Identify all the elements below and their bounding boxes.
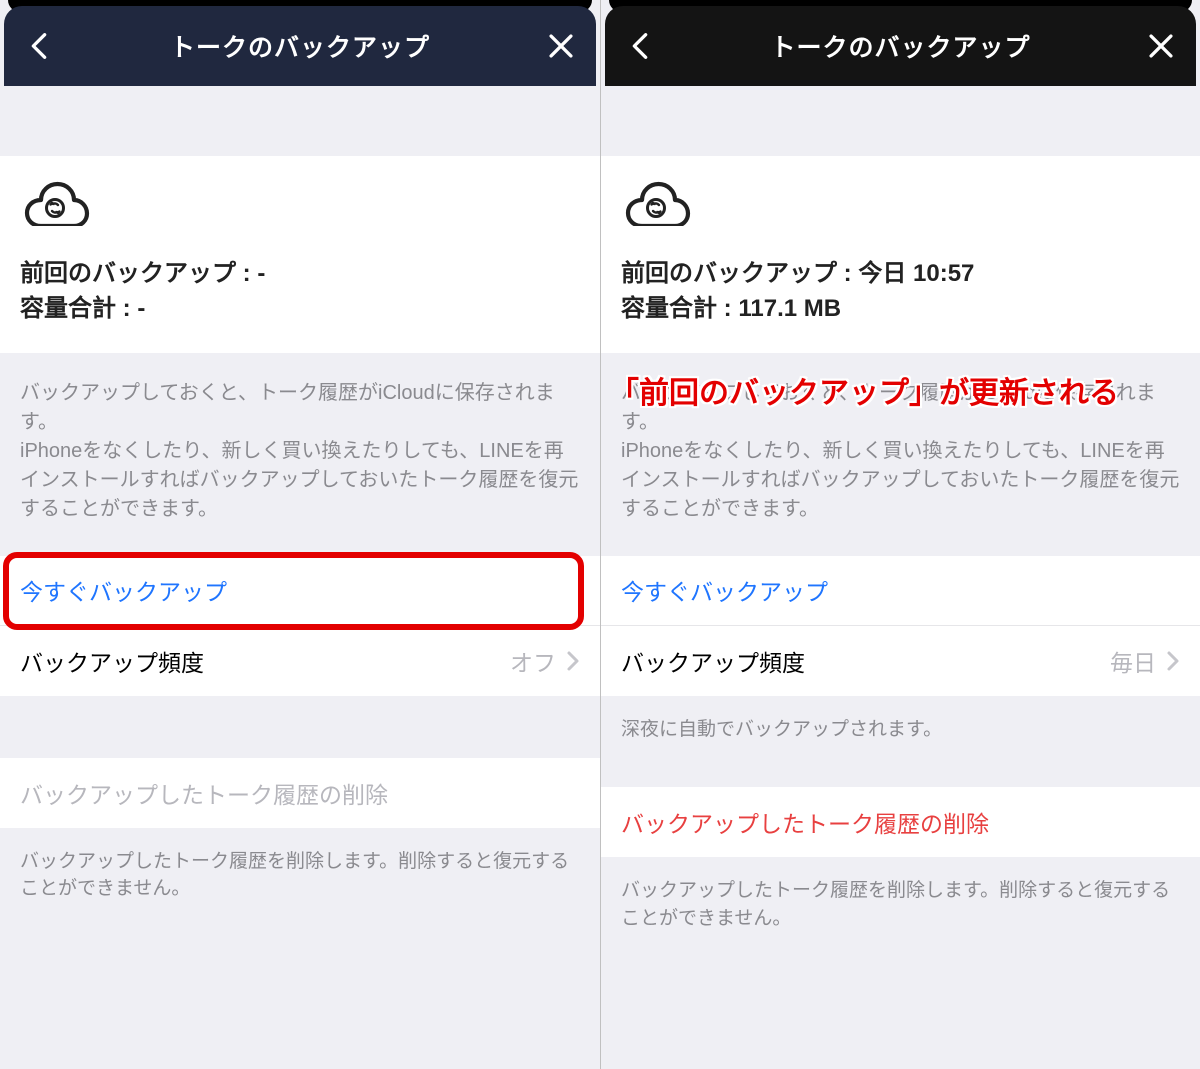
nav-bar: トークのバックアップ: [4, 6, 596, 86]
spacer: [601, 86, 1200, 156]
screen-left: トークのバックアップ 前回のバックアップ : - 容量合計 : - バックアップ…: [0, 0, 600, 1069]
annotation-text: 「前回のバックアップ」が更新される: [609, 368, 1119, 412]
backup-actions-section: 今すぐバックアップ バックアップ頻度 オフ: [0, 556, 600, 696]
screen-right: トークのバックアップ 前回のバックアップ : 今日 10:57 容量合計 : 1…: [600, 0, 1200, 1069]
last-backup-line: 前回のバックアップ : -: [20, 257, 580, 292]
back-icon[interactable]: [623, 29, 657, 63]
size-value: 117.1 MB: [738, 295, 841, 322]
delete-backup-label: バックアップしたトーク履歴の削除: [20, 776, 580, 810]
back-icon[interactable]: [22, 29, 56, 63]
size-line: 容量合計 : 117.1 MB: [621, 292, 1180, 327]
size-line: 容量合計 : -: [20, 292, 580, 327]
backup-frequency-row[interactable]: バックアップ頻度 オフ: [0, 626, 600, 696]
last-backup-value: 今日 10:57: [858, 260, 974, 287]
frequency-label: バックアップ頻度: [20, 644, 510, 678]
last-backup-label: 前回のバックアップ :: [20, 260, 251, 287]
backup-actions-section: 今すぐバックアップ バックアップ頻度 毎日: [601, 556, 1200, 696]
close-icon[interactable]: [1144, 29, 1178, 63]
close-icon[interactable]: [544, 29, 578, 63]
cloud-backup-icon: [621, 180, 691, 226]
size-label: 容量合計 :: [621, 295, 732, 322]
backup-now-label: 今すぐバックアップ: [621, 573, 1180, 607]
delete-section: バックアップしたトーク履歴の削除: [601, 787, 1200, 857]
chevron-right-icon: [566, 650, 580, 672]
spacer: [601, 771, 1200, 787]
backup-description: バックアップしておくと、トーク履歴がiCloudに保存されます。 iPhoneを…: [0, 353, 600, 556]
frequency-value: 毎日: [1110, 644, 1156, 678]
backup-now-label: 今すぐバックアップ: [20, 573, 580, 607]
backup-now-row[interactable]: 今すぐバックアップ: [0, 556, 600, 626]
backup-now-row[interactable]: 今すぐバックアップ: [601, 556, 1200, 626]
delete-backup-label: バックアップしたトーク履歴の削除: [621, 805, 1180, 839]
delete-backup-row[interactable]: バックアップしたトーク履歴の削除: [601, 787, 1200, 857]
chevron-right-icon: [1166, 650, 1180, 672]
last-backup-value: -: [257, 260, 265, 287]
page-title: トークのバックアップ: [4, 28, 596, 64]
backup-status-section: 前回のバックアップ : 今日 10:57 容量合計 : 117.1 MB: [601, 156, 1200, 353]
delete-description: バックアップしたトーク履歴を削除します。削除すると復元することができません。: [0, 828, 600, 931]
frequency-label: バックアップ頻度: [621, 644, 1110, 678]
frequency-value: オフ: [510, 644, 556, 678]
nav-bar: トークのバックアップ: [605, 6, 1196, 86]
last-backup-line: 前回のバックアップ : 今日 10:57: [621, 257, 1180, 292]
cloud-backup-icon: [20, 180, 90, 226]
delete-section: バックアップしたトーク履歴の削除: [0, 758, 600, 828]
delete-backup-row[interactable]: バックアップしたトーク履歴の削除: [0, 758, 600, 828]
last-backup-label: 前回のバックアップ :: [621, 260, 852, 287]
page-title: トークのバックアップ: [605, 28, 1196, 64]
spacer: [0, 696, 600, 758]
backup-frequency-row[interactable]: バックアップ頻度 毎日: [601, 626, 1200, 696]
delete-description: バックアップしたトーク履歴を削除します。削除すると復元することができません。: [601, 857, 1200, 960]
backup-status-section: 前回のバックアップ : - 容量合計 : -: [0, 156, 600, 353]
spacer: [0, 86, 600, 156]
frequency-footer: 深夜に自動でバックアップされます。: [601, 696, 1200, 772]
size-value: -: [137, 295, 145, 322]
size-label: 容量合計 :: [20, 295, 131, 322]
